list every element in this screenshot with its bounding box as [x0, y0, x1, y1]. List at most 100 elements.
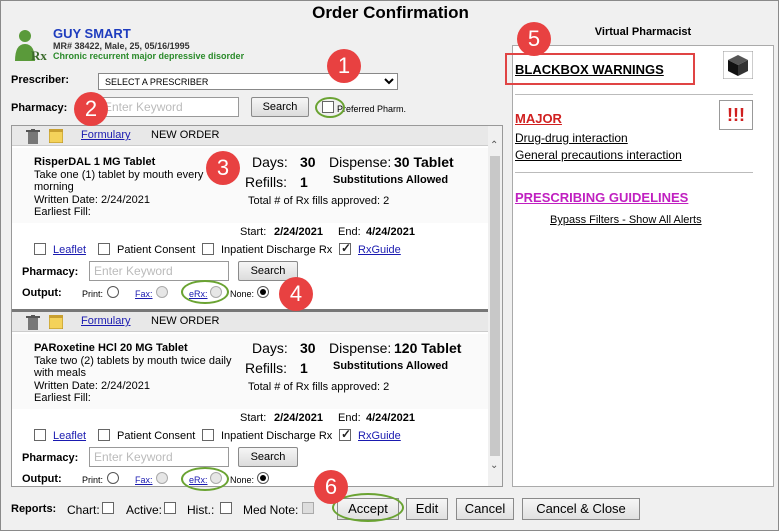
mednote-checkbox[interactable]	[302, 502, 314, 514]
pharmacy-label: Pharmacy:	[11, 102, 68, 114]
written-date: Written Date: 2/24/2021	[34, 380, 150, 392]
hist-checkbox[interactable]	[220, 502, 232, 514]
rxguide-checkbox[interactable]	[339, 241, 351, 255]
patient-consent-label: Patient Consent	[117, 430, 196, 442]
mednote-label: Med Note:	[243, 503, 299, 517]
fax-radio[interactable]	[156, 286, 168, 298]
major-link[interactable]: MAJOR	[515, 111, 562, 126]
drug-name[interactable]: PARoxetine HCl 20 MG Tablet	[34, 342, 188, 354]
formulary-link[interactable]: Formulary	[81, 129, 131, 141]
fax-label[interactable]: Fax:	[135, 289, 153, 299]
cancel-button[interactable]: Cancel	[456, 498, 514, 520]
fax-radio[interactable]	[156, 472, 168, 484]
end-date[interactable]: 4/24/2021	[366, 226, 415, 238]
formulary-link[interactable]: Formulary	[81, 315, 131, 327]
notes-icon[interactable]	[49, 315, 63, 329]
end-date[interactable]: 4/24/2021	[366, 412, 415, 424]
refills-value[interactable]: 1	[300, 360, 308, 376]
virtual-pharmacist-title: Virtual Pharmacist	[594, 26, 692, 38]
start-date[interactable]: 2/24/2021	[274, 412, 323, 424]
scroll-up-icon[interactable]: ⌃	[490, 140, 498, 151]
order-header: Formulary NEW ORDER	[12, 126, 488, 146]
discharge-checkbox[interactable]	[202, 429, 214, 441]
none-label: None:	[230, 289, 255, 299]
order-confirmation-window: Order Confirmation Rx GUY SMART MR# 3842…	[0, 0, 779, 531]
fax-label[interactable]: Fax:	[135, 475, 153, 485]
leaflet-link[interactable]: Leaflet	[53, 244, 86, 256]
chart-checkbox[interactable]	[102, 502, 114, 514]
bypass-filters-link[interactable]: Bypass Filters - Show All Alerts	[550, 214, 702, 226]
days-label: Days:	[252, 154, 288, 170]
order-pharmacy-search-button[interactable]: Search	[238, 447, 298, 467]
general-precautions-link[interactable]: General precautions interaction	[515, 148, 682, 162]
scroll-down-icon[interactable]: ⌄	[490, 460, 498, 471]
end-label: End:	[338, 412, 361, 424]
active-label: Active:	[126, 503, 163, 517]
none-radio[interactable]	[257, 286, 269, 298]
refills-value[interactable]: 1	[300, 174, 308, 190]
order-list[interactable]: ⌃ ⌄ Formulary NEW ORDER RisperDAL 1 MG T…	[11, 125, 503, 487]
patient-consent-checkbox[interactable]	[98, 243, 110, 255]
none-radio[interactable]	[257, 472, 269, 484]
print-label: Print:	[82, 289, 104, 299]
callout-6: 6	[314, 470, 348, 504]
callout-3: 3	[206, 151, 240, 185]
patient-consent-checkbox[interactable]	[98, 429, 110, 441]
written-date: Written Date: 2/24/2021	[34, 194, 150, 206]
discharge-label: Inpatient Discharge Rx	[221, 430, 333, 442]
svg-text:Rx: Rx	[31, 48, 47, 63]
order-pharmacy-label: Pharmacy:	[22, 266, 79, 278]
rxguide-link[interactable]: RxGuide	[358, 430, 401, 442]
discharge-checkbox[interactable]	[202, 243, 214, 255]
print-radio[interactable]	[107, 472, 119, 484]
days-value[interactable]: 30	[300, 154, 316, 170]
active-checkbox[interactable]	[164, 502, 176, 514]
order-pharmacy-input[interactable]	[89, 447, 229, 467]
pharmacy-search-button[interactable]: Search	[251, 97, 309, 117]
rxguide-link[interactable]: RxGuide	[358, 244, 401, 256]
prescriber-label: Prescriber:	[11, 74, 70, 86]
preferred-pharm-label: Preferred Pharm.	[337, 104, 407, 114]
trash-icon[interactable]	[26, 129, 40, 144]
rx-patient-icon: Rx	[15, 30, 47, 63]
leaflet-checkbox[interactable]	[34, 429, 46, 441]
print-label: Print:	[82, 475, 104, 485]
earliest-fill: Earliest Fill:	[34, 392, 91, 404]
trash-icon[interactable]	[26, 315, 40, 330]
callout-4: 4	[279, 277, 313, 311]
blackbox-cube-icon[interactable]	[723, 51, 753, 79]
leaflet-checkbox[interactable]	[34, 243, 46, 255]
start-date[interactable]: 2/24/2021	[274, 226, 323, 238]
rxguide-checkbox[interactable]	[339, 427, 351, 441]
patient-info: MR# 38422, Male, 25, 05/16/1995	[53, 41, 190, 51]
order-item: Formulary NEW ORDER PARoxetine HCl 20 MG…	[12, 312, 488, 486]
order-pharmacy-input[interactable]	[89, 261, 229, 281]
drug-sig: Take two (2) tablets by mouth twice dail…	[34, 355, 232, 379]
window-title: Order Confirmation	[312, 3, 469, 22]
callout-5: 5	[517, 22, 551, 56]
notes-icon[interactable]	[49, 129, 63, 143]
order-list-scrollbar[interactable]: ⌃ ⌄	[486, 126, 502, 486]
substitutions: Substitutions Allowed	[333, 360, 449, 372]
patient-name[interactable]: GUY SMART	[53, 26, 131, 41]
dispense-value[interactable]: 120 Tablet	[394, 340, 461, 356]
edit-button[interactable]: Edit	[406, 498, 448, 520]
pharmacy-search-input[interactable]	[99, 97, 239, 117]
start-label: Start:	[240, 226, 267, 238]
scrollbar-thumb[interactable]	[490, 156, 500, 456]
drug-drug-interaction-link[interactable]: Drug-drug interaction	[515, 131, 628, 145]
cancel-and-close-button[interactable]: Cancel & Close	[522, 498, 640, 520]
print-radio[interactable]	[107, 286, 119, 298]
blackbox-warnings-link[interactable]: BLACKBOX WARNINGS	[515, 62, 664, 77]
fills-approved: Total # of Rx fills approved: 2	[248, 381, 390, 393]
prescribing-guidelines-link[interactable]: PRESCRIBING GUIDELINES	[515, 190, 688, 205]
start-label: Start:	[240, 412, 267, 424]
major-alert-icon[interactable]: !!!	[719, 100, 753, 130]
fills-approved: Total # of Rx fills approved: 2	[248, 195, 390, 207]
drug-name[interactable]: RisperDAL 1 MG Tablet	[34, 156, 155, 168]
days-value[interactable]: 30	[300, 340, 316, 356]
dispense-value[interactable]: 30 Tablet	[394, 154, 454, 170]
leaflet-link[interactable]: Leaflet	[53, 430, 86, 442]
vp-divider	[515, 172, 753, 173]
order-status: NEW ORDER	[151, 315, 220, 327]
